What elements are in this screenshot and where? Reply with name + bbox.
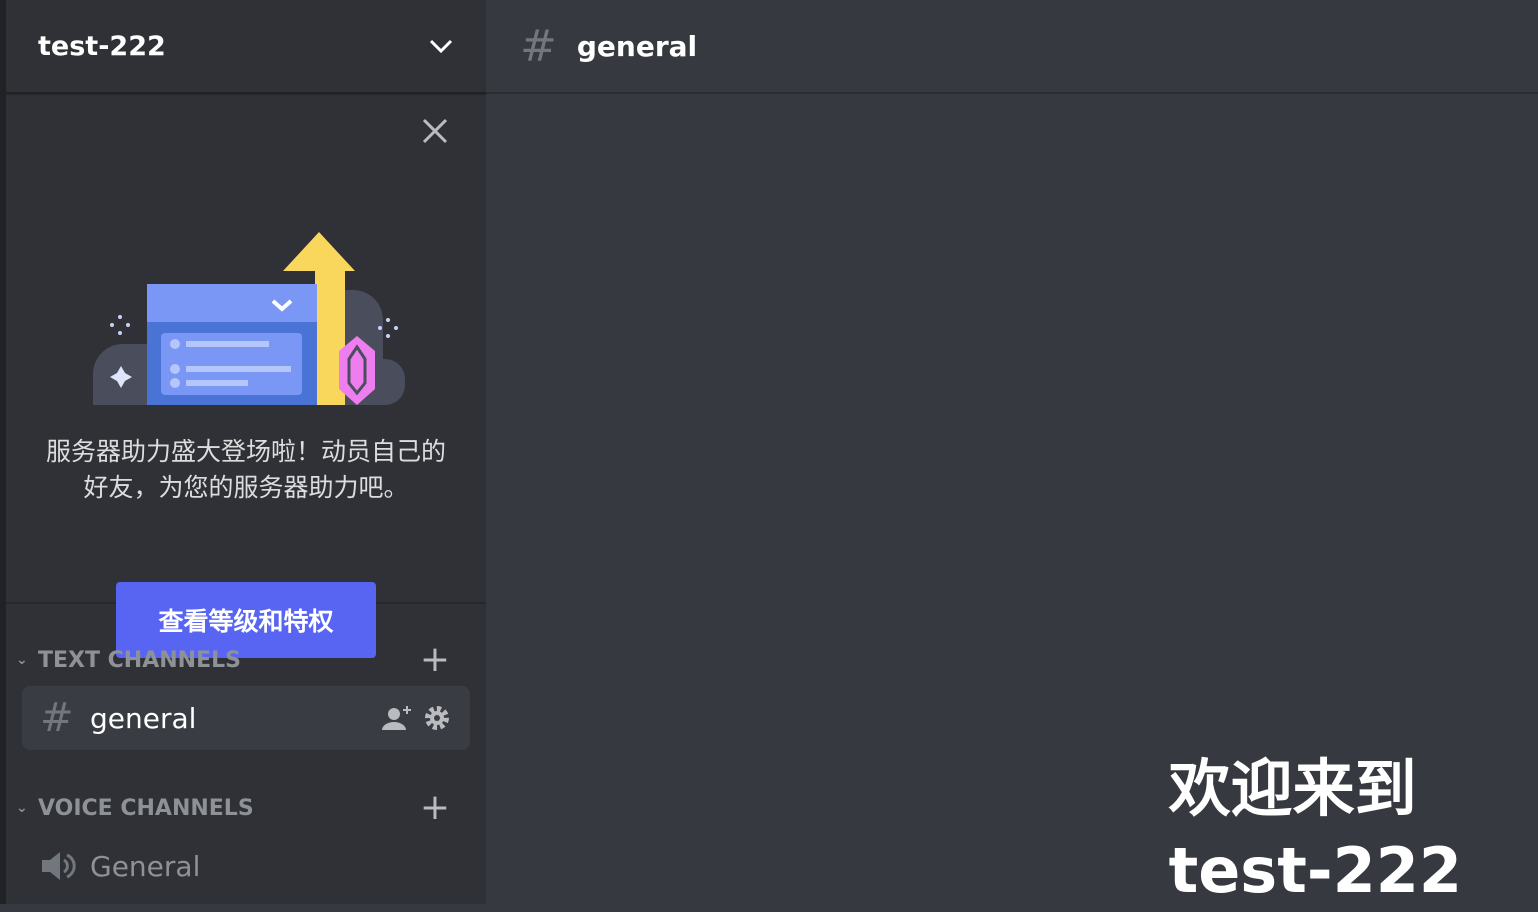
chevron-down-icon: ⌄ [16,652,28,668]
hash-icon: # [520,20,557,72]
channel-name: general [90,701,197,735]
channel-header: # general [486,0,1538,94]
add-channel-icon[interactable]: + [420,790,450,826]
welcome-line-2: test-222 [1168,834,1462,907]
channel-item-general[interactable]: # general [22,686,470,750]
boost-card: 服务器助力盛大登场啦！动员自己的好友，为您的服务器助力吧。 查看等级和特权 [6,94,486,658]
channel-name: General [90,849,201,883]
chevron-down-icon: ⌄ [16,800,28,816]
close-icon[interactable] [420,116,450,146]
category-label: VOICE CHANNELS [38,795,254,821]
add-channel-icon[interactable]: + [420,642,450,678]
server-header[interactable]: test-222 [6,0,486,94]
chevron-down-icon[interactable] [428,37,454,55]
welcome-message: 欢迎来到 test-222 [1169,748,1462,912]
channel-title: general [576,29,698,63]
category-voice-channels[interactable]: ⌄ VOICE CHANNELS + [6,788,486,828]
channel-item-voice-general[interactable]: General [22,834,470,898]
server-name: test-222 [38,30,166,62]
category-text-channels[interactable]: ⌄ TEXT CHANNELS + [6,640,486,680]
channel-sidebar: test-222 服务器助力盛大登场啦！动员自己的好友，为您的服务器助力吧。 查… [6,0,486,904]
boost-description: 服务器助力盛大登场啦！动员自己的好友，为您的服务器助力吧。 [45,437,446,502]
gear-icon[interactable] [424,705,450,731]
boost-illustration-icon [93,232,405,405]
category-label: TEXT CHANNELS [38,647,241,673]
invite-user-icon[interactable] [382,704,412,732]
speaker-icon [42,852,76,880]
hash-icon: # [40,695,74,741]
welcome-line-1: 欢迎来到 [1168,752,1417,825]
